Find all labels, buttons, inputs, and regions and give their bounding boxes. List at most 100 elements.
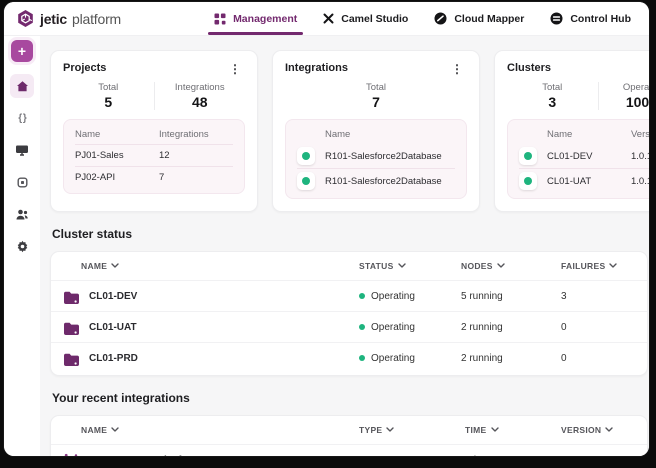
projects-card: Projects ⋮ Total 5 Integrations 48 (50, 50, 258, 212)
grid-icon (214, 13, 226, 25)
tab-label: Cloud Mapper (454, 13, 524, 25)
integrations-mini-table: Name R101-Salesforce2Database R101-Sales… (285, 119, 467, 199)
status-chip (519, 147, 537, 165)
table-row[interactable]: CL01-DEV Operating 5 running 3 (51, 280, 647, 311)
sidebar-item-deployments[interactable] (10, 170, 34, 194)
chevron-down-icon (111, 427, 119, 433)
table-row[interactable]: PJ02-API 7 (75, 166, 233, 188)
tab-control-hub[interactable]: Control Hub (550, 2, 631, 35)
column-header-failures[interactable]: FAILURES (561, 261, 647, 271)
clusters-card: Clusters ⋮ Total 3 Operating 100% (494, 50, 649, 212)
gear-icon (16, 240, 29, 253)
table-row[interactable]: R101-Salesforce2Database (297, 168, 455, 193)
status-badge: Operating (359, 322, 461, 333)
table-row[interactable]: CL01-PRD Operating 2 running 0 (51, 342, 647, 373)
table-row[interactable]: CL01-UAT 1.0.1 (519, 168, 649, 193)
folder-icon (63, 289, 79, 304)
column-header-name[interactable]: NAME (51, 425, 359, 435)
chevron-down-icon (491, 427, 499, 433)
status-chip (519, 172, 537, 190)
chevron-down-icon (605, 427, 613, 433)
recent-integrations-heading: Your recent integrations (52, 391, 649, 405)
integrations-card-title: Integrations (285, 62, 348, 74)
projects-card-title: Projects (63, 62, 106, 74)
folder-icon (63, 320, 79, 335)
braces-icon: { } (18, 113, 26, 124)
column-header-version[interactable]: VERSION (561, 425, 647, 435)
green-status-dot (359, 355, 365, 361)
stat-total: Total 3 (507, 82, 598, 110)
integration-network-icon (63, 452, 79, 456)
main-nav: Management Camel Studio Cloud Mapper (214, 2, 631, 35)
chip-icon (16, 176, 29, 189)
table-row[interactable]: R101_API25_Salesforce API 2d 1.0.1 (51, 444, 647, 456)
brand-name: jetic (40, 11, 67, 27)
tab-label: Camel Studio (341, 13, 408, 25)
table-header-row: NAME STATUS NODES FAILURES (51, 252, 647, 280)
table-row[interactable]: CL01-UAT Operating 2 running 0 (51, 311, 647, 342)
recent-integrations-table: NAME TYPE TIME VERSION (50, 415, 648, 456)
kebab-menu-icon[interactable]: ⋮ (225, 62, 245, 76)
tab-management[interactable]: Management (214, 2, 297, 35)
cluster-status-heading: Cluster status (52, 227, 649, 241)
column-header-name[interactable]: NAME (51, 261, 359, 271)
monitor-icon (15, 144, 29, 157)
table-row[interactable]: R101-Salesforce2Database (297, 144, 455, 168)
green-status-dot (524, 177, 532, 185)
brand-suffix: platform (72, 11, 121, 27)
sidebar-item-users[interactable] (10, 202, 34, 226)
column-header-status[interactable]: STATUS (359, 261, 461, 271)
stat-total: Total 7 (285, 82, 467, 110)
green-status-dot (359, 293, 365, 299)
chevron-down-icon (111, 263, 119, 269)
home-icon (16, 80, 29, 93)
jetic-logo-icon (16, 9, 35, 28)
green-status-dot (524, 152, 532, 160)
green-status-dot (302, 177, 310, 185)
users-icon (15, 208, 29, 221)
tab-camel-studio[interactable]: Camel Studio (323, 2, 408, 35)
status-badge: Operating (359, 291, 461, 302)
summary-cards: Projects ⋮ Total 5 Integrations 48 (50, 50, 649, 212)
tab-cloud-mapper[interactable]: Cloud Mapper (434, 2, 524, 35)
table-row[interactable]: CL01-DEV 1.0.1 (519, 144, 649, 168)
green-status-dot (302, 152, 310, 160)
folder-icon (63, 351, 79, 366)
status-chip (297, 172, 315, 190)
column-header-time[interactable]: TIME (465, 425, 561, 435)
green-status-dot (359, 324, 365, 330)
sidebar-item-monitor[interactable] (10, 138, 34, 162)
column-header-nodes[interactable]: NODES (461, 261, 561, 271)
clusters-card-title: Clusters (507, 62, 551, 74)
column-header-type[interactable]: TYPE (359, 425, 465, 435)
sidebar-item-code[interactable]: { } (10, 106, 34, 130)
tab-label: Control Hub (570, 13, 631, 25)
stat-integrations: Integrations 48 (155, 82, 246, 110)
chevron-down-icon (398, 263, 406, 269)
stat-total: Total 5 (63, 82, 154, 110)
table-row[interactable]: PJ01-Sales 12 (75, 144, 233, 166)
projects-mini-table: Name Integrations PJ01-Sales 12 PJ02-API… (63, 119, 245, 194)
camel-studio-icon (323, 13, 334, 24)
tab-label: Management (233, 13, 297, 25)
app-window: jetic platform Management (4, 2, 649, 456)
sidebar: + { } (4, 36, 40, 456)
chevron-down-icon (386, 427, 394, 433)
brand-logo: jetic platform (16, 9, 121, 28)
sidebar-item-settings[interactable] (10, 234, 34, 258)
status-chip (297, 147, 315, 165)
main-content: Projects ⋮ Total 5 Integrations 48 (40, 36, 649, 456)
integrations-card: Integrations ⋮ Total 7 Name (272, 50, 480, 212)
status-badge: Operating (359, 353, 461, 364)
add-button[interactable]: + (11, 40, 33, 62)
sidebar-item-home[interactable] (10, 74, 34, 98)
cloud-mapper-icon (434, 12, 447, 25)
control-hub-icon (550, 12, 563, 25)
top-bar: jetic platform Management (4, 2, 649, 36)
stat-operating: Operating 100% (599, 82, 650, 110)
cluster-status-table: NAME STATUS NODES FAILURES (50, 251, 648, 376)
kebab-menu-icon[interactable]: ⋮ (447, 62, 467, 76)
clusters-mini-table: Name Version CL01-DEV 1.0.1 CL01-UAT 1.0… (507, 119, 649, 199)
chevron-down-icon (609, 263, 617, 269)
chevron-down-icon (497, 263, 505, 269)
